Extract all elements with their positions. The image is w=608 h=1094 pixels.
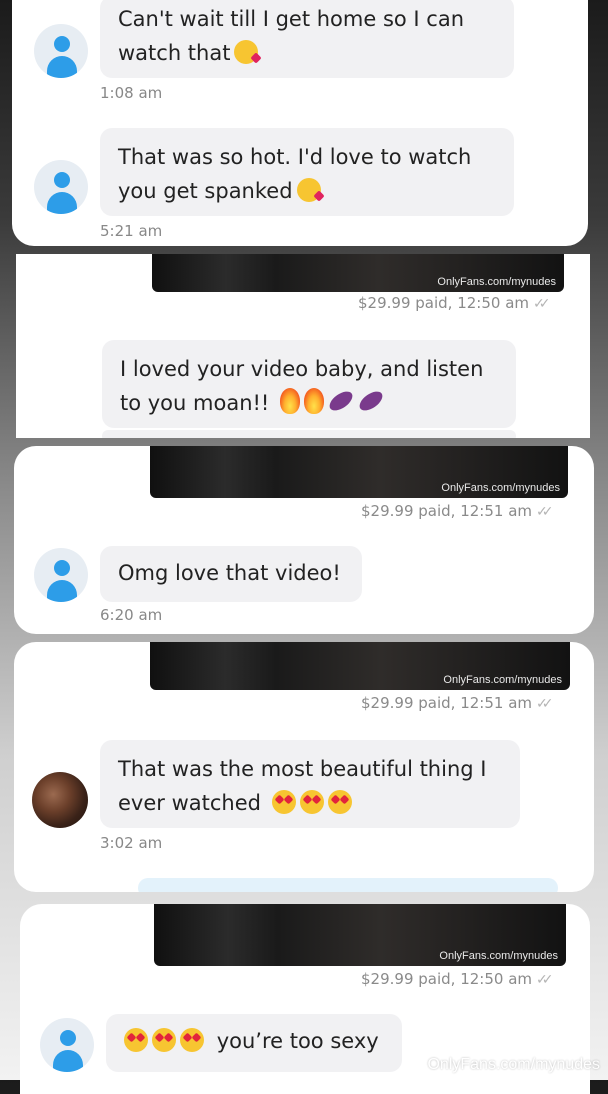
message-bubble[interactable]: you’re too sexy: [106, 1014, 402, 1072]
message-text: I loved your video baby, and listen to y…: [120, 357, 484, 415]
read-check-icon: ✓✓: [533, 296, 551, 312]
outgoing-bubble-partial: [138, 878, 558, 892]
paid-text: $29.99 paid, 12:51 am: [361, 502, 532, 520]
message-time: 1:08 am: [100, 84, 163, 102]
read-check-icon: ✓✓: [536, 696, 554, 712]
kiss-icon: [234, 40, 259, 64]
message-time: 6:20 am: [100, 606, 163, 624]
eggplant-icon: [356, 387, 386, 415]
heart-eyes-icon: [152, 1028, 176, 1052]
message-time: 5:21 am: [100, 222, 163, 240]
fire-icon: [304, 388, 325, 414]
message-bubble[interactable]: That was so hot. I'd love to watch you g…: [100, 128, 514, 216]
message-text: you’re too sexy: [216, 1029, 379, 1053]
avatar-body: [47, 192, 77, 214]
paid-text: $29.99 paid, 12:51 am: [361, 694, 532, 712]
video-thumbnail[interactable]: OnlyFans.com/mynudes: [150, 642, 570, 690]
message-text: Omg love that video!: [118, 561, 341, 585]
video-thumbnail[interactable]: OnlyFans.com/mynudes: [154, 904, 566, 966]
chat-card-4: OnlyFans.com/mynudes $29.99 paid, 12:51 …: [14, 642, 594, 892]
heart-eyes-icon: [327, 790, 352, 814]
message-bubble[interactable]: I loved your video baby, and listen to y…: [102, 340, 516, 428]
user-avatar[interactable]: [34, 160, 88, 214]
message-bubble[interactable]: Omg love that video!: [100, 546, 362, 602]
heart-eyes-icon: [299, 790, 324, 814]
media-watermark: OnlyFans.com/mynudes: [439, 950, 558, 962]
message-text: That was so hot. I'd love to watch you g…: [118, 145, 472, 203]
message-text: Can't wait till I get home so I can watc…: [118, 7, 465, 65]
video-thumbnail[interactable]: OnlyFans.com/mynudes: [152, 254, 564, 292]
heart-eyes-icon: [180, 1028, 204, 1052]
user-avatar[interactable]: [34, 548, 88, 602]
chat-card-3: OnlyFans.com/mynudes $29.99 paid, 12:51 …: [14, 446, 594, 634]
partial-bubble: [102, 430, 516, 438]
heart-eyes-icon: [271, 790, 296, 814]
avatar-body: [47, 56, 77, 78]
avatar-body: [53, 1050, 83, 1072]
paid-status: $29.99 paid, 12:50 am ✓✓: [358, 294, 551, 312]
fire-icon: [280, 388, 301, 414]
media-watermark: OnlyFans.com/mynudes: [437, 276, 556, 288]
video-thumbnail[interactable]: OnlyFans.com/mynudes: [150, 446, 568, 498]
chat-card-1: Can't wait till I get home so I can watc…: [12, 0, 588, 246]
avatar-body: [47, 580, 77, 602]
image-watermark: OnlyFans.com/mynudes: [427, 1056, 600, 1073]
kiss-icon: [296, 178, 321, 202]
paid-text: $29.99 paid, 12:50 am: [361, 970, 532, 988]
user-avatar-photo[interactable]: [32, 772, 88, 828]
chat-card-2: OnlyFans.com/mynudes $29.99 paid, 12:50 …: [16, 254, 590, 438]
user-avatar[interactable]: [40, 1018, 94, 1072]
read-check-icon: ✓✓: [536, 972, 554, 988]
paid-status: $29.99 paid, 12:51 am ✓✓: [361, 694, 554, 712]
message-time: 3:02 am: [100, 834, 163, 852]
message-bubble[interactable]: That was the most beautiful thing I ever…: [100, 740, 520, 828]
read-check-icon: ✓✓: [536, 504, 554, 520]
paid-text: $29.99 paid, 12:50 am: [358, 294, 529, 312]
paid-status: $29.99 paid, 12:51 am ✓✓: [361, 502, 554, 520]
eggplant-icon: [326, 387, 356, 415]
heart-eyes-icon: [124, 1028, 148, 1052]
avatar-head: [60, 1030, 76, 1046]
avatar-head: [54, 172, 70, 188]
paid-status: $29.99 paid, 12:50 am ✓✓: [361, 970, 554, 988]
avatar-head: [54, 560, 70, 576]
message-bubble[interactable]: Can't wait till I get home so I can watc…: [100, 0, 514, 78]
avatar-head: [54, 36, 70, 52]
user-avatar[interactable]: [34, 24, 88, 78]
media-watermark: OnlyFans.com/mynudes: [441, 482, 560, 494]
media-watermark: OnlyFans.com/mynudes: [443, 674, 562, 686]
